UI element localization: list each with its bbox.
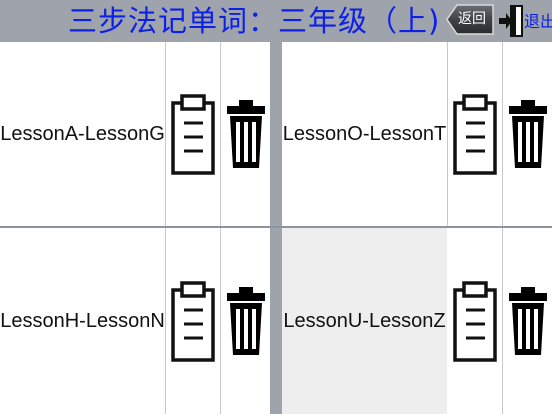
lesson-label[interactable]: LessonA-LessonG [0,42,166,226]
lesson-card[interactable]: LessonA-LessonG [0,42,270,226]
exit-button[interactable]: 退出 [498,4,552,38]
trash-icon[interactable] [221,42,271,226]
exit-button-label: 退出 [524,12,552,31]
back-button-label: 返回 [458,11,486,27]
lesson-label-text: LessonA-LessonG [0,122,165,145]
clipboard-icon[interactable] [447,42,503,226]
lesson-card[interactable]: LessonO-LessonT [282,42,552,226]
lesson-label-text: LessonH-LessonN [0,309,165,332]
clipboard-icon[interactable] [447,228,503,414]
exit-door-icon [499,5,523,37]
header: 三步法记单词：三年级（上) 返回 退出 [0,0,552,42]
back-button[interactable]: 返回 [445,4,495,35]
lesson-label[interactable]: LessonH-LessonN [0,228,166,414]
lesson-grid: LessonA-LessonG LessonO-LessonT LessonH-… [0,42,552,414]
lesson-card[interactable]: LessonH-LessonN [0,228,270,414]
lesson-label[interactable]: LessonO-LessonT [282,42,448,226]
page-title: 三步法记单词：三年级（上) [68,4,441,38]
clipboard-icon[interactable] [165,228,221,414]
clipboard-icon[interactable] [165,42,221,226]
trash-icon[interactable] [221,228,271,414]
lesson-label-text: LessonU-LessonZ [283,309,446,332]
lesson-label-text: LessonO-LessonT [282,122,447,145]
trash-icon[interactable] [503,228,552,414]
lesson-card-selected[interactable]: LessonU-LessonZ [282,228,552,414]
trash-icon[interactable] [503,42,552,226]
lesson-label[interactable]: LessonU-LessonZ [282,228,448,414]
